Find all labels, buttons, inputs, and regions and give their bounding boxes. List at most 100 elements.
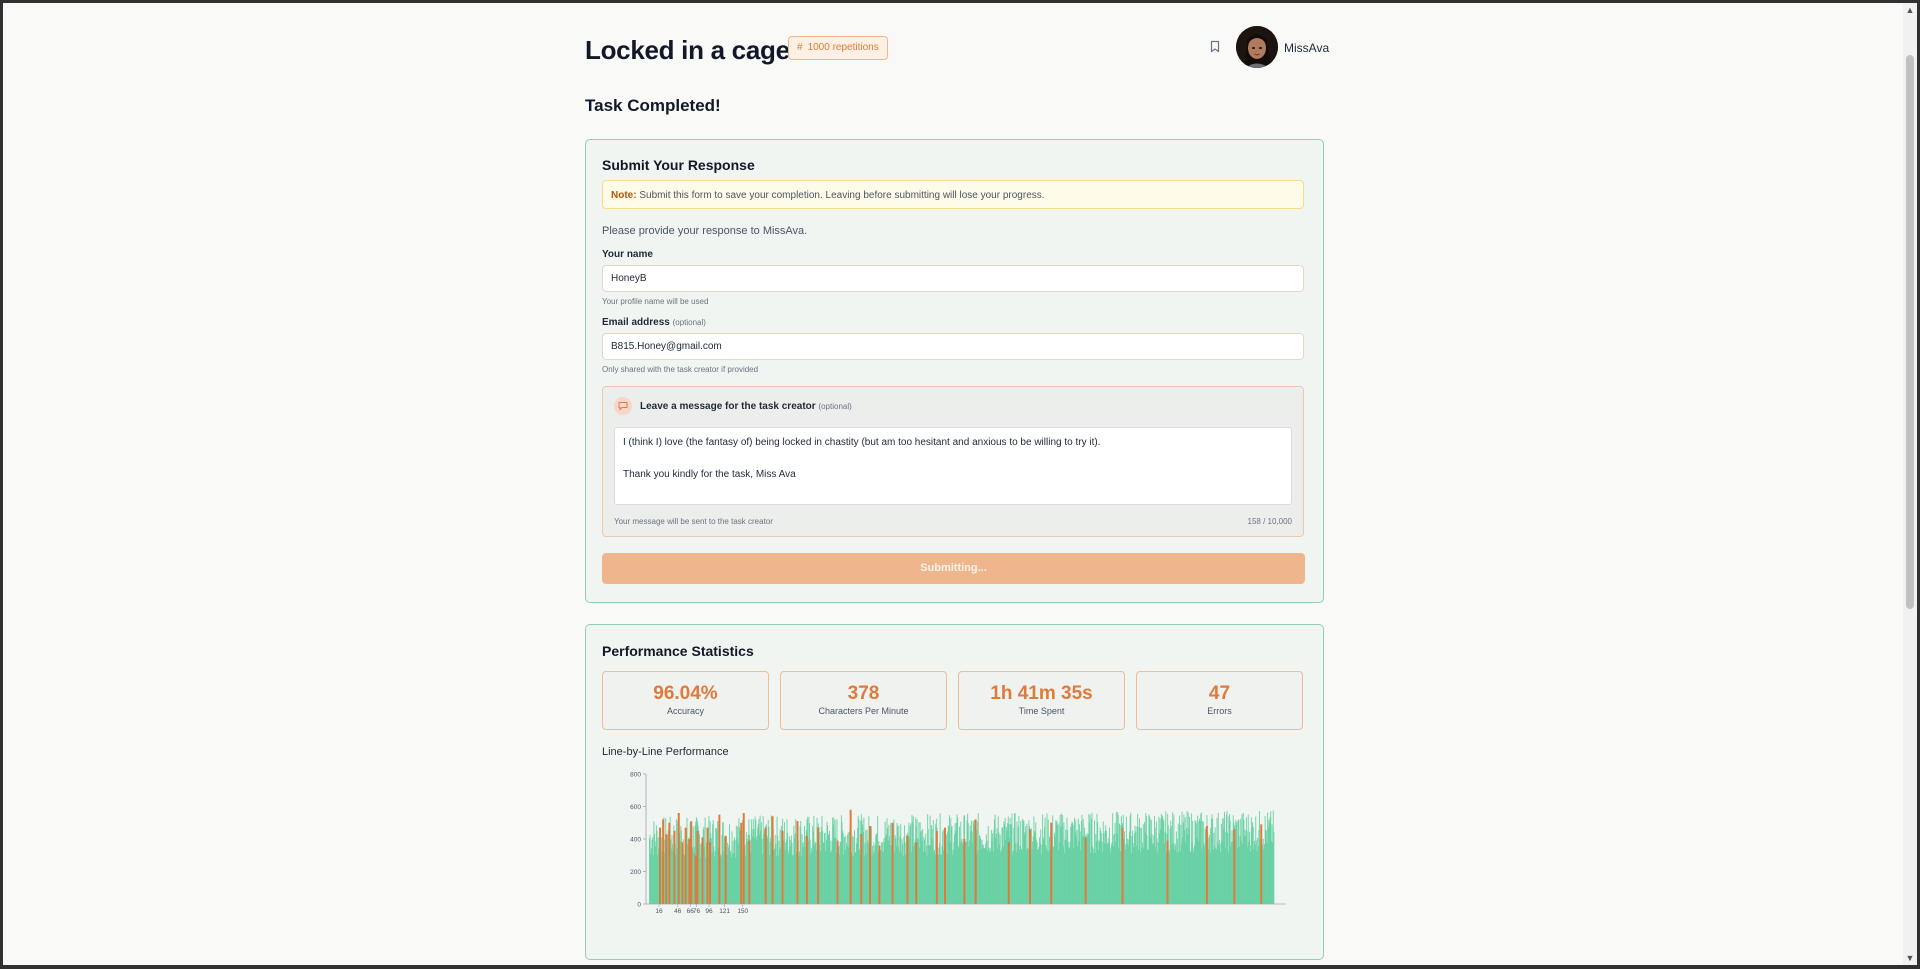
stat-time-spent-value: 1h 41m 35s xyxy=(990,683,1093,704)
chart-error-bar xyxy=(1205,826,1208,904)
chart-error-bar xyxy=(1007,842,1010,904)
chart-x-tick-label: 150 xyxy=(737,908,748,915)
username[interactable]: MissAva xyxy=(1284,41,1329,55)
name-label: Your name xyxy=(602,249,653,260)
submit-response-card: Submit Your Response Note: Submit this f… xyxy=(585,139,1324,603)
chart-x-tick-label: 46 xyxy=(674,908,682,915)
submit-response-title: Submit Your Response xyxy=(602,157,755,173)
chart-error-bar xyxy=(878,845,881,904)
chart-error-bar xyxy=(724,835,727,904)
chart-error-bar xyxy=(891,822,894,904)
chart-error-bar xyxy=(764,827,767,905)
chart-error-bar xyxy=(684,827,687,905)
message-optional-tag: (optional) xyxy=(818,402,852,411)
chart-x-tick-label: 96 xyxy=(705,908,713,915)
stat-cpm: 378 Characters Per Minute xyxy=(780,671,947,730)
chart-y-tick-label: 800 xyxy=(630,772,641,779)
chart-error-bar xyxy=(796,821,799,905)
chart-y-tick-label: 200 xyxy=(630,869,641,876)
note-label: Note: xyxy=(611,190,637,201)
chart-error-bar xyxy=(849,809,852,904)
scroll-down-icon[interactable]: ▼ xyxy=(1903,951,1917,965)
task-title: Locked in a cage. xyxy=(585,35,797,65)
message-section: Leave a message for the task creator (op… xyxy=(602,386,1304,537)
chart-error-bar xyxy=(740,822,743,904)
chart-error-bar xyxy=(1084,837,1087,905)
task-completed-heading: Task Completed! xyxy=(585,96,721,115)
stat-errors: 47 Errors xyxy=(1136,671,1303,730)
chart-error-bar xyxy=(665,834,668,905)
stat-errors-label: Errors xyxy=(1207,706,1232,716)
stat-time-spent-label: Time Spent xyxy=(1018,706,1065,716)
stat-time-spent: 1h 41m 35s Time Spent xyxy=(958,671,1125,730)
email-optional-tag: (optional) xyxy=(672,318,706,327)
stat-accuracy-label: Accuracy xyxy=(666,706,704,716)
chart-error-bar xyxy=(1121,827,1124,905)
scroll-up-icon[interactable]: ▲ xyxy=(1903,3,1917,17)
chart-error-bar xyxy=(869,826,871,904)
chart-error-bar xyxy=(718,814,721,905)
chart-error-bar xyxy=(906,835,909,904)
page-scrollbar[interactable]: ▲ ▼ xyxy=(1903,3,1917,965)
stat-errors-value: 47 xyxy=(1208,683,1231,704)
message-hint: Your message will be sent to the task cr… xyxy=(614,517,773,526)
scrollbar-thumb[interactable] xyxy=(1906,55,1914,609)
chart-error-bar xyxy=(709,842,711,904)
chart-error-bar xyxy=(1050,822,1053,904)
chart-error-bar xyxy=(706,827,709,905)
message-textarea[interactable]: I (think I) love (the fantasy of) being … xyxy=(614,427,1292,505)
message-label: Leave a message for the task creator (op… xyxy=(640,401,852,412)
chart-error-bar xyxy=(701,837,704,905)
stat-cpm-value: 378 xyxy=(847,683,880,704)
name-hint: Your profile name will be used xyxy=(602,297,709,306)
chart-y-tick-label: 400 xyxy=(630,837,641,844)
chart-error-bar xyxy=(690,821,693,905)
page-viewport: Locked in a cage. #1000 repetitions Miss… xyxy=(3,3,1903,965)
chart-x-tick-label: 121 xyxy=(719,908,730,915)
chart-error-bar xyxy=(662,819,665,904)
bookmark-icon[interactable] xyxy=(1210,40,1222,54)
performance-statistics-title: Performance Statistics xyxy=(602,643,754,659)
chart-error-bar xyxy=(659,827,661,905)
message-line-1: I (think I) love (the fantasy of) being … xyxy=(623,437,1101,448)
chart-error-bar xyxy=(673,830,676,905)
chart-error-bar xyxy=(781,830,784,905)
email-label: Email address (optional) xyxy=(602,317,706,328)
chart-error-bar xyxy=(668,822,671,904)
name-field[interactable]: HoneyB xyxy=(602,265,1304,292)
email-hint: Only shared with the task creator if pro… xyxy=(602,365,759,374)
chart-error-bar xyxy=(694,855,697,904)
submit-button[interactable]: Submitting... xyxy=(602,553,1305,584)
line-performance-title: Line-by-Line Performance xyxy=(602,746,729,758)
email-label-text: Email address xyxy=(602,317,670,328)
chart-error-bar xyxy=(742,813,745,904)
repetitions-badge-label: 1000 repetitions xyxy=(807,42,879,53)
chart-error-bar xyxy=(771,816,774,904)
stat-accuracy: 96.04% Accuracy xyxy=(602,671,769,730)
stat-cpm-label: Characters Per Minute xyxy=(818,706,909,716)
repetitions-badge: #1000 repetitions xyxy=(788,36,888,60)
message-char-count: 158 / 10,000 xyxy=(1247,517,1292,526)
stat-accuracy-value: 96.04% xyxy=(653,683,718,704)
chart-error-bar xyxy=(681,842,684,904)
hash-icon: # xyxy=(797,42,803,53)
chart-error-bar xyxy=(963,839,966,904)
chart-error-bar xyxy=(915,842,918,904)
performance-statistics-card: Performance Statistics 96.04% Accuracy 3… xyxy=(585,624,1324,960)
chart-error-bar xyxy=(748,840,751,905)
message-bubble-icon xyxy=(614,397,632,415)
chart-error-bar xyxy=(677,813,680,904)
chart-error-bar xyxy=(1166,840,1169,905)
note-text: Submit this form to save your completion… xyxy=(639,190,1045,201)
chart-error-bar xyxy=(1233,829,1236,904)
chart-bar xyxy=(1273,832,1275,904)
line-performance-chart: 800600400200016 46 66 76 96 121 150 xyxy=(630,772,1286,915)
email-field[interactable]: B815.Honey@gmail.com xyxy=(602,333,1304,360)
note-banner: Note: Submit this form to save your comp… xyxy=(602,180,1304,209)
chart-y-tick-label: 600 xyxy=(630,804,641,811)
chart-error-bar xyxy=(805,835,808,904)
response-prompt: Please provide your response to MissAva. xyxy=(602,225,808,237)
avatar[interactable] xyxy=(1236,26,1278,68)
chart-error-bar xyxy=(688,839,691,904)
chart-error-bar xyxy=(1260,824,1263,905)
